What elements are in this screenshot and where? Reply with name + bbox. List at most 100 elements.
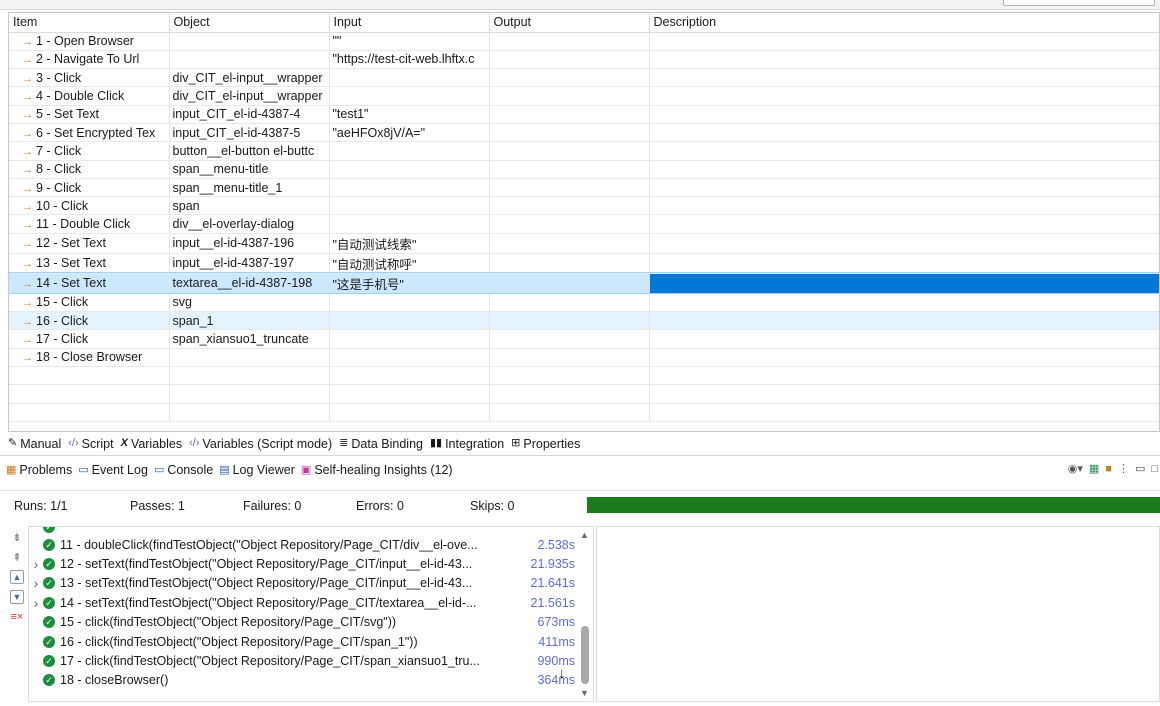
log-row[interactable]: ✓ 18 - closeBrowser() 364ms <box>29 671 577 690</box>
cell-output[interactable] <box>489 50 650 70</box>
cell-description[interactable] <box>649 68 1159 88</box>
cell-input[interactable]: "这是手机号" <box>329 273 490 294</box>
cell-output[interactable] <box>489 293 650 313</box>
more-icon[interactable]: ⋮ <box>1118 462 1129 475</box>
cell-object[interactable]: input__el-id-4387-197 <box>169 253 330 274</box>
cell-input[interactable] <box>329 86 490 106</box>
cell-object[interactable]: span__menu-title_1 <box>169 178 330 198</box>
cell-output[interactable] <box>489 348 650 367</box>
cell-input[interactable] <box>329 214 490 234</box>
next-icon[interactable]: ▼ <box>10 590 24 604</box>
cell-description[interactable] <box>649 50 1159 70</box>
cell-object[interactable] <box>169 348 330 367</box>
cell-output[interactable] <box>489 123 650 143</box>
cell-output[interactable] <box>489 214 650 234</box>
cell-description[interactable] <box>649 141 1159 161</box>
table-row[interactable]: → 6 - Set Encrypted Tex input_CIT_el-id-43… <box>9 123 1159 143</box>
cell-output[interactable] <box>489 233 650 254</box>
tab-console[interactable]: ▭ Console <box>154 463 213 477</box>
cell-item[interactable]: → 14 - Set Text <box>9 273 170 294</box>
cell-input[interactable] <box>329 348 490 367</box>
cell-description[interactable] <box>649 32 1159 51</box>
toolbar-search-box[interactable] <box>1003 0 1155 6</box>
column-header-description[interactable]: Description <box>649 13 1159 33</box>
expand-arrow-icon[interactable]: › <box>29 595 43 611</box>
cell-input[interactable]: "https://test-cit-web.lhftx.c <box>329 50 490 70</box>
table-row[interactable]: → 11 - Double Click div__el-overlay-dialog <box>9 214 1159 234</box>
tab-integration[interactable]: ▮▮ Integration <box>430 437 504 451</box>
expand-arrow-icon[interactable]: › <box>29 575 43 591</box>
scroll-thumb[interactable] <box>581 626 589 684</box>
layout-icon[interactable]: ▦ <box>1089 462 1099 475</box>
cell-description[interactable] <box>649 178 1159 198</box>
table-row[interactable]: → 5 - Set Text input_CIT_el-id-4387-4 "test… <box>9 105 1159 124</box>
cell-description[interactable] <box>649 348 1159 367</box>
cell-object[interactable]: div_CIT_el-input__wrapper <box>169 86 330 106</box>
table-row[interactable]: → 13 - Set Text input__el-id-4387-197 "自动测试… <box>9 253 1159 274</box>
cell-input[interactable]: "test1" <box>329 105 490 124</box>
scroll-to-bottom-icon[interactable]: ↓ <box>558 665 566 682</box>
cell-input[interactable] <box>329 68 490 88</box>
cell-item[interactable]: → 13 - Set Text <box>9 253 170 274</box>
log-row[interactable]: › ✓ 14 - setText(findTestObject("Object Re… <box>29 593 577 612</box>
cell-output[interactable] <box>489 311 650 331</box>
log-row[interactable]: ✓ 15 - click(findTestObject("Object Repos… <box>29 613 577 632</box>
cell-input[interactable] <box>329 329 490 349</box>
log-row[interactable]: › ✓ 12 - setText(findTestObject("Object Re… <box>29 554 577 573</box>
cell-input[interactable] <box>329 311 490 331</box>
collapse-all-icon[interactable]: ⇞ <box>10 550 24 564</box>
cell-description[interactable] <box>649 293 1159 313</box>
maximize-icon[interactable]: □ <box>1151 463 1158 475</box>
cell-output[interactable] <box>489 160 650 179</box>
cell-output[interactable] <box>489 141 650 161</box>
cell-description[interactable] <box>649 253 1159 274</box>
scroll-down-icon[interactable]: ▼ <box>580 688 589 698</box>
log-row[interactable]: › ✓ 13 - setText(findTestObject("Object Re… <box>29 574 577 593</box>
cell-input[interactable]: "" <box>329 32 490 51</box>
cell-item[interactable]: → 17 - Click <box>9 329 170 349</box>
cell-item[interactable]: → 9 - Click <box>9 178 170 198</box>
tab-variables[interactable]: X Variables <box>121 437 183 451</box>
expand-arrow-icon[interactable]: › <box>29 556 43 572</box>
cell-output[interactable] <box>489 253 650 274</box>
tab-script[interactable]: ‹/› Script <box>68 437 113 451</box>
table-row[interactable]: → 15 - Click svg <box>9 293 1159 313</box>
tab-problems[interactable]: ▦ Problems <box>6 463 72 477</box>
cell-input[interactable]: "自动测试线索" <box>329 233 490 254</box>
eye-icon[interactable]: ◉▾ <box>1068 462 1083 475</box>
cell-object[interactable] <box>169 50 330 70</box>
table-row[interactable]: → 3 - Click div_CIT_el-input__wrapper <box>9 68 1159 88</box>
table-row[interactable]: → 10 - Click span <box>9 196 1159 216</box>
table-row[interactable]: → 16 - Click span_1 <box>9 311 1159 331</box>
cell-output[interactable] <box>489 105 650 124</box>
cell-input[interactable]: "aeHFOx8jV/A=" <box>329 123 490 143</box>
cell-description[interactable] <box>649 214 1159 234</box>
cell-output[interactable] <box>489 178 650 198</box>
cell-item[interactable]: → 18 - Close Browser <box>9 348 170 367</box>
tab-event-log[interactable]: ▭ Event Log <box>78 463 148 477</box>
cell-input[interactable] <box>329 141 490 161</box>
cell-object[interactable]: button__el-button el-buttc <box>169 141 330 161</box>
cell-description[interactable] <box>649 329 1159 349</box>
cell-object[interactable] <box>169 32 330 51</box>
cell-output[interactable] <box>489 68 650 88</box>
cell-item[interactable]: → 4 - Double Click <box>9 86 170 106</box>
table-row[interactable]: → 9 - Click span__menu-title_1 <box>9 178 1159 198</box>
cell-input[interactable] <box>329 178 490 198</box>
cell-item[interactable]: → 15 - Click <box>9 293 170 313</box>
log-row[interactable]: ✓ 11 - doubleClick(findTestObject("Object… <box>29 535 577 554</box>
table-row[interactable]: → 17 - Click span_xiansuo1_truncate <box>9 329 1159 349</box>
cell-description[interactable] <box>649 273 1159 294</box>
column-header-object[interactable]: Object <box>169 13 330 33</box>
cell-item[interactable]: → 3 - Click <box>9 68 170 88</box>
cell-description[interactable] <box>649 160 1159 179</box>
minimize-icon[interactable]: ▭ <box>1135 462 1145 475</box>
cell-output[interactable] <box>489 196 650 216</box>
cell-item[interactable]: → 7 - Click <box>9 141 170 161</box>
tab-properties[interactable]: ⊞ Properties <box>511 437 580 451</box>
cell-object[interactable]: div_CIT_el-input__wrapper <box>169 68 330 88</box>
cell-item[interactable]: → 16 - Click <box>9 311 170 331</box>
cell-description[interactable] <box>649 311 1159 331</box>
table-row[interactable]: → 14 - Set Text textarea__el-id-4387-198 "这… <box>9 272 1159 295</box>
table-row[interactable]: → 12 - Set Text input__el-id-4387-196 "自动测试… <box>9 233 1159 254</box>
